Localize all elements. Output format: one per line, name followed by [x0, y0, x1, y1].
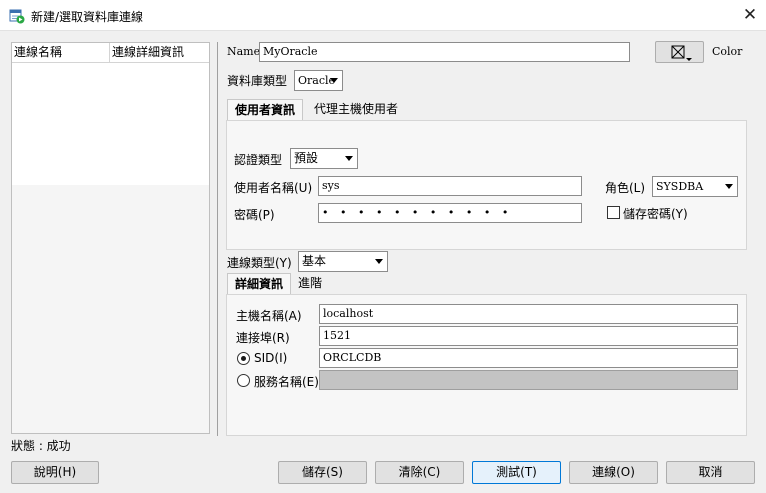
- service-name-input: [319, 370, 738, 390]
- port-input[interactable]: 1521: [319, 326, 738, 346]
- radio-selected-dot: [241, 356, 246, 361]
- role-select[interactable]: SYSDBA: [652, 176, 738, 197]
- title-bar: 新建/選取資料庫連線 ✕: [0, 0, 766, 31]
- chevron-down-icon: [345, 156, 353, 161]
- service-name-label: 服務名稱(E): [254, 375, 319, 389]
- tab-user-info[interactable]: 使用者資訊: [227, 99, 304, 121]
- color-label: Color: [712, 45, 743, 58]
- sid-radio[interactable]: [237, 352, 250, 365]
- close-icon[interactable]: ✕: [738, 4, 762, 26]
- name-label: Name: [227, 45, 261, 58]
- connections-table[interactable]: 連線名稱 連線詳細資訊: [11, 42, 210, 434]
- window-title: 新建/選取資料庫連線: [31, 10, 144, 24]
- cancel-button[interactable]: 取消: [666, 461, 755, 484]
- column-header-connection-name[interactable]: 連線名稱: [12, 43, 110, 63]
- conn-type-select[interactable]: 基本: [298, 251, 388, 272]
- tab-proxy-user[interactable]: 代理主機使用者: [307, 99, 405, 121]
- port-label: 連接埠(R): [236, 331, 290, 345]
- test-button[interactable]: 測試(T): [472, 461, 561, 484]
- tab-details[interactable]: 詳細資訊: [227, 273, 292, 295]
- db-type-label: 資料庫類型: [227, 74, 288, 88]
- color-picker-icon: [671, 45, 692, 61]
- save-password-checkbox[interactable]: [607, 206, 620, 219]
- host-input[interactable]: localhost: [319, 304, 738, 324]
- role-value: SYSDBA: [656, 180, 704, 193]
- column-header-connection-details[interactable]: 連線詳細資訊: [110, 43, 209, 63]
- role-label: 角色(L): [605, 181, 646, 195]
- conn-type-value: 基本: [302, 254, 327, 268]
- clear-button[interactable]: 清除(C): [375, 461, 464, 484]
- service-name-radio[interactable]: [237, 374, 250, 387]
- password-label: 密碼(P): [234, 208, 275, 222]
- save-button[interactable]: 儲存(S): [278, 461, 367, 484]
- connections-empty-area: [12, 185, 209, 433]
- auth-type-value: 預設: [294, 151, 319, 165]
- chevron-down-icon: [375, 259, 383, 264]
- chevron-down-icon: [725, 184, 733, 189]
- name-input[interactable]: MyOracle: [259, 42, 630, 62]
- auth-type-label: 認證類型: [234, 153, 283, 167]
- app-icon: [9, 9, 25, 24]
- color-button[interactable]: [655, 41, 704, 63]
- username-label: 使用者名稱(U): [234, 181, 313, 195]
- help-button[interactable]: 說明(H): [11, 461, 99, 484]
- connections-list[interactable]: [12, 64, 209, 185]
- connections-table-header: 連線名稱 連線詳細資訊: [12, 43, 209, 63]
- sid-input[interactable]: ORCLCDB: [319, 348, 738, 368]
- db-type-select[interactable]: Oracle: [294, 70, 343, 91]
- save-password-label: 儲存密碼(Y): [623, 207, 688, 221]
- host-label: 主機名稱(A): [236, 309, 302, 323]
- connect-button[interactable]: 連線(O): [569, 461, 658, 484]
- sid-label: SID(I): [254, 351, 288, 365]
- auth-type-select[interactable]: 預設: [290, 148, 358, 169]
- tab-advanced[interactable]: 進階: [291, 273, 329, 295]
- conn-type-label: 連線類型(Y): [227, 256, 292, 270]
- password-input[interactable]: • • • • • • • • • • •: [318, 203, 582, 223]
- chevron-down-icon: [330, 78, 338, 83]
- username-input[interactable]: sys: [318, 176, 582, 196]
- panel-splitter[interactable]: [217, 42, 218, 436]
- status-text: 狀態 : 成功: [11, 439, 71, 453]
